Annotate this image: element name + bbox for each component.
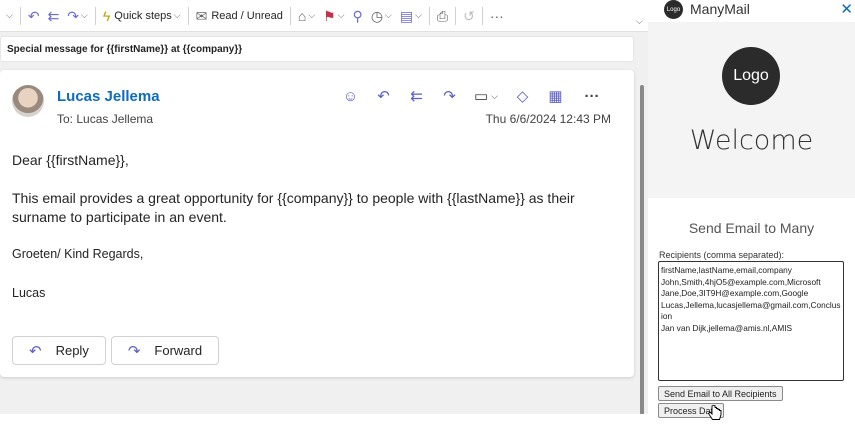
envelope-icon: ✉: [195, 7, 208, 24]
forward-icon[interactable]: ↷ ⌵: [63, 4, 92, 28]
forward-button[interactable]: ↷ Forward: [110, 336, 220, 365]
signature-text: Lucas: [12, 286, 46, 300]
message-body: Dear {{firstName}}, This email provides …: [12, 151, 612, 325]
pin-icon[interactable]: ⚲: [349, 4, 367, 28]
apps-grid-icon[interactable]: ▦: [539, 84, 572, 108]
print-icon[interactable]: ⎙: [433, 4, 452, 28]
reply-button[interactable]: ↶ Reply: [12, 336, 106, 365]
hand-cursor-icon: [708, 405, 722, 420]
teams-share-icon[interactable]: ▭ ⌵: [466, 84, 506, 108]
command-toolbar: ⌵ ↶ ⇇ ↷ ⌵ ϟ Quick steps ⌵ ✉ Read / Unread…: [0, 0, 648, 32]
addin-header: Logo ManyMail ✕: [648, 0, 855, 22]
forward-icon[interactable]: ↷: [433, 84, 466, 108]
toolbar-dropdown[interactable]: ⌵: [0, 4, 17, 28]
reply-all-icon[interactable]: ⇇: [400, 84, 433, 108]
addin-logo-small: Logo: [664, 0, 683, 19]
more-actions-icon[interactable]: ···: [572, 84, 612, 108]
addin-hero: Logo Welcome: [648, 22, 855, 198]
addin-icon[interactable]: ◇: [506, 84, 539, 108]
move-icon[interactable]: ▤ ⌵: [396, 4, 426, 28]
more-options-icon[interactable]: ···: [486, 4, 508, 28]
close-icon[interactable]: ✕: [840, 0, 853, 18]
message-actions: ☺ ↶ ⇇ ↷ ▭ ⌵ ◇ ▦ ···: [334, 84, 612, 108]
scroll-up-icon[interactable]: ⌵: [636, 16, 643, 27]
reply-forward-row: ↶ Reply ↷ Forward: [12, 336, 220, 365]
addin-logo-large: Logo: [722, 47, 780, 105]
mail-area: ⌵ ↶ ⇇ ↷ ⌵ ϟ Quick steps ⌵ ✉ Read / Unread…: [0, 0, 648, 424]
flag-icon[interactable]: ⚑ ⌵: [319, 4, 348, 28]
send-email-button[interactable]: Send Email to All Recipients: [658, 386, 783, 401]
quick-steps-button[interactable]: ϟ Quick steps ⌵: [99, 4, 185, 28]
reply-icon: ↶: [29, 342, 42, 360]
message-timestamp: Thu 6/6/2024 12:43 PM: [485, 112, 611, 126]
emoji-reaction-icon[interactable]: ☺: [334, 84, 367, 108]
sender-name[interactable]: Lucas Jellema: [57, 88, 160, 105]
forward-icon: ↷: [127, 342, 141, 360]
reply-all-icon[interactable]: ⇇: [44, 4, 64, 28]
avatar[interactable]: [12, 85, 44, 117]
closing-text: Groeten/ Kind Regards,: [12, 247, 144, 261]
reply-icon[interactable]: ↶: [24, 4, 44, 28]
lightning-icon: ϟ: [102, 7, 111, 24]
tag-icon[interactable]: ⌂ ⌵: [294, 4, 319, 28]
recipients-label: Recipients (comma separated):: [659, 250, 785, 260]
snooze-clock-icon[interactable]: ◷ ⌵: [367, 4, 396, 28]
greeting-text: Dear {{firstName}},: [12, 152, 129, 168]
scrollbar[interactable]: [640, 85, 644, 415]
welcome-heading: Welcome: [689, 125, 814, 156]
addin-title: ManyMail: [690, 1, 750, 17]
chevron-down-icon: ⌵: [173, 10, 181, 20]
addin-pane: Logo ManyMail ✕ Logo Welcome Send Email …: [648, 0, 855, 424]
reply-icon[interactable]: ↶: [367, 84, 400, 108]
recipient-line: To: Lucas Jellema: [57, 112, 154, 126]
subject-header: Special message for {{firstName}} at {{c…: [0, 36, 634, 62]
body-paragraph: This email provides a great opportunity …: [12, 190, 575, 225]
reading-pane: Lucas Jellema To: Lucas Jellema ☺ ↶ ⇇ ↷ …: [0, 70, 634, 377]
recipients-textarea[interactable]: firstName,lastName,email,company John,Smi…: [658, 261, 844, 381]
read-unread-button[interactable]: ✉ Read / Unread: [192, 4, 287, 28]
undo-icon[interactable]: ↺: [459, 4, 479, 28]
section-title: Send Email to Many: [688, 220, 815, 236]
